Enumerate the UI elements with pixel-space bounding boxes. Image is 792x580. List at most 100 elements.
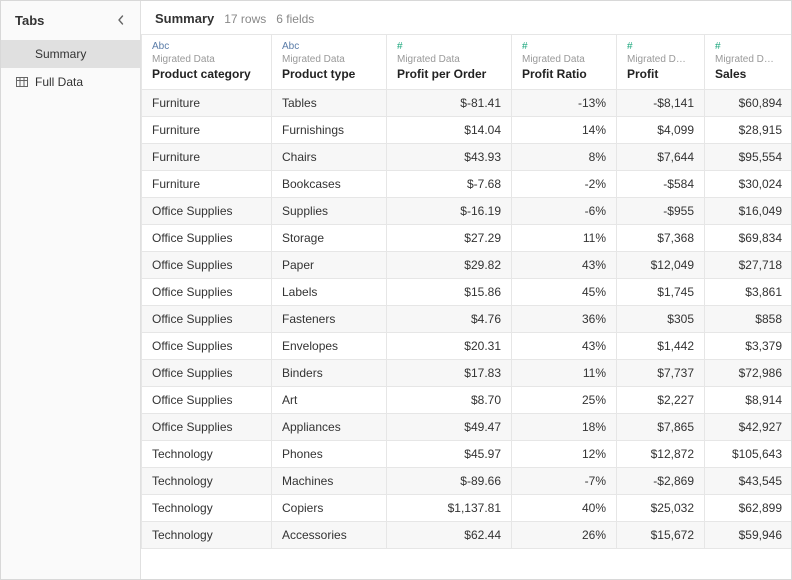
cell: $12,872: [617, 441, 705, 468]
cell: Furniture: [142, 171, 272, 198]
cell: $7,865: [617, 414, 705, 441]
cell: $15,672: [617, 522, 705, 549]
data-table: AbcMigrated DataProduct category Abc Migra…: [141, 34, 791, 549]
column-header-profit-ratio[interactable]: #Migrated DataProfit Ratio: [512, 35, 617, 90]
cell: $16,049: [705, 198, 792, 225]
cell: Envelopes: [272, 333, 387, 360]
column-source: Migrated Data: [522, 54, 606, 65]
cell: 40%: [512, 495, 617, 522]
cell: $59,946: [705, 522, 792, 549]
table-row[interactable]: Office SuppliesSupplies$-16.19-6%-$955$1…: [142, 198, 792, 225]
column-name: Product type: [282, 67, 376, 81]
cell: $3,861: [705, 279, 792, 306]
table-row[interactable]: Office SuppliesAppliances$49.4718%$7,865…: [142, 414, 792, 441]
table-row[interactable]: Office SuppliesFasteners$4.7636%$305$858: [142, 306, 792, 333]
column-source: Migrated D…: [627, 54, 694, 65]
cell: 11%: [512, 360, 617, 387]
main-panel: Summary 17 rows 6 fields AbcMigrated Dat…: [141, 1, 791, 579]
cell: $43,545: [705, 468, 792, 495]
column-header-profit[interactable]: #Migrated D…Profit: [617, 35, 705, 90]
table-row[interactable]: Office SuppliesLabels$15.8645%$1,745$3,8…: [142, 279, 792, 306]
table-icon: [15, 75, 29, 89]
cell: $1,745: [617, 279, 705, 306]
cell: $-81.41: [387, 90, 512, 117]
column-header-product-category[interactable]: AbcMigrated DataProduct category: [142, 35, 272, 90]
cell: Office Supplies: [142, 306, 272, 333]
cell: Technology: [142, 441, 272, 468]
table-row[interactable]: Office SuppliesArt$8.7025%$2,227$8,914: [142, 387, 792, 414]
blank-icon: [15, 47, 29, 61]
cell: Supplies: [272, 198, 387, 225]
cell: Labels: [272, 279, 387, 306]
sidebar-item-summary[interactable]: Summary: [1, 40, 140, 68]
column-name: Profit per Order: [397, 67, 501, 81]
cell: Office Supplies: [142, 360, 272, 387]
cell: Copiers: [272, 495, 387, 522]
cell: 11%: [512, 225, 617, 252]
table-row[interactable]: Office SuppliesEnvelopes$20.3143%$1,442$…: [142, 333, 792, 360]
table-row[interactable]: FurnitureBookcases$-7.68-2%-$584$30,024: [142, 171, 792, 198]
cell: $105,643: [705, 441, 792, 468]
cell: $42,927: [705, 414, 792, 441]
table-row[interactable]: FurnitureTables$-81.41-13%-$8,141$60,894: [142, 90, 792, 117]
column-source: Migrated Data: [282, 54, 376, 65]
cell: $27,718: [705, 252, 792, 279]
table-row[interactable]: Office SuppliesStorage$27.2911%$7,368$69…: [142, 225, 792, 252]
table-row[interactable]: Office SuppliesPaper$29.8243%$12,049$27,…: [142, 252, 792, 279]
table-row[interactable]: TechnologyMachines$-89.66-7%-$2,869$43,5…: [142, 468, 792, 495]
page-title: Summary: [155, 11, 214, 26]
cell: Accessories: [272, 522, 387, 549]
cell: $30,024: [705, 171, 792, 198]
cell: $15.86: [387, 279, 512, 306]
cell: Furniture: [142, 144, 272, 171]
cell: $28,915: [705, 117, 792, 144]
table-row[interactable]: TechnologyCopiers$1,137.8140%$25,032$62,…: [142, 495, 792, 522]
table-row[interactable]: Office SuppliesBinders$17.8311%$7,737$72…: [142, 360, 792, 387]
cell: $7,737: [617, 360, 705, 387]
cell: Technology: [142, 495, 272, 522]
cell: Furniture: [142, 117, 272, 144]
cell: $8,914: [705, 387, 792, 414]
cell: Binders: [272, 360, 387, 387]
cell: $858: [705, 306, 792, 333]
cell: Storage: [272, 225, 387, 252]
cell: Art: [272, 387, 387, 414]
cell: Office Supplies: [142, 252, 272, 279]
cell: Tables: [272, 90, 387, 117]
cell: $1,137.81: [387, 495, 512, 522]
cell: -$8,141: [617, 90, 705, 117]
cell: $12,049: [617, 252, 705, 279]
cell: -$955: [617, 198, 705, 225]
cell: $49.47: [387, 414, 512, 441]
cell: -$2,869: [617, 468, 705, 495]
cell: -6%: [512, 198, 617, 225]
cell: $14.04: [387, 117, 512, 144]
table-row[interactable]: TechnologyAccessories$62.4426%$15,672$59…: [142, 522, 792, 549]
cell: $3,379: [705, 333, 792, 360]
table-row[interactable]: FurnitureChairs$43.938%$7,644$95,554: [142, 144, 792, 171]
cell: Fasteners: [272, 306, 387, 333]
table-scroll[interactable]: AbcMigrated DataProduct category Abc Migra…: [141, 34, 791, 579]
column-header-profit-per-order[interactable]: #Migrated DataProfit per Order: [387, 35, 512, 90]
fields-count: 6 fields: [276, 12, 314, 26]
cell: $305: [617, 306, 705, 333]
table-row[interactable]: FurnitureFurnishings$14.0414%$4,099$28,9…: [142, 117, 792, 144]
cell: -$584: [617, 171, 705, 198]
table-row[interactable]: TechnologyPhones$45.9712%$12,872$105,643: [142, 441, 792, 468]
cell: 18%: [512, 414, 617, 441]
collapse-sidebar-icon[interactable]: [112, 11, 130, 30]
cell: $-16.19: [387, 198, 512, 225]
main-header: Summary 17 rows 6 fields: [141, 1, 791, 34]
cell: $25,032: [617, 495, 705, 522]
cell: Paper: [272, 252, 387, 279]
column-header-sales[interactable]: #Migrated D…Sales: [705, 35, 792, 90]
cell: Chairs: [272, 144, 387, 171]
sidebar-item-full-data[interactable]: Full Data: [1, 68, 140, 96]
text-type-icon: Abc: [282, 41, 376, 52]
sidebar-header: Tabs: [1, 1, 140, 40]
cell: $1,442: [617, 333, 705, 360]
number-type-icon: #: [715, 41, 782, 52]
cell: $7,644: [617, 144, 705, 171]
column-header-product-type[interactable]: Abc Migrated Data Product type: [272, 35, 387, 90]
cell: Machines: [272, 468, 387, 495]
